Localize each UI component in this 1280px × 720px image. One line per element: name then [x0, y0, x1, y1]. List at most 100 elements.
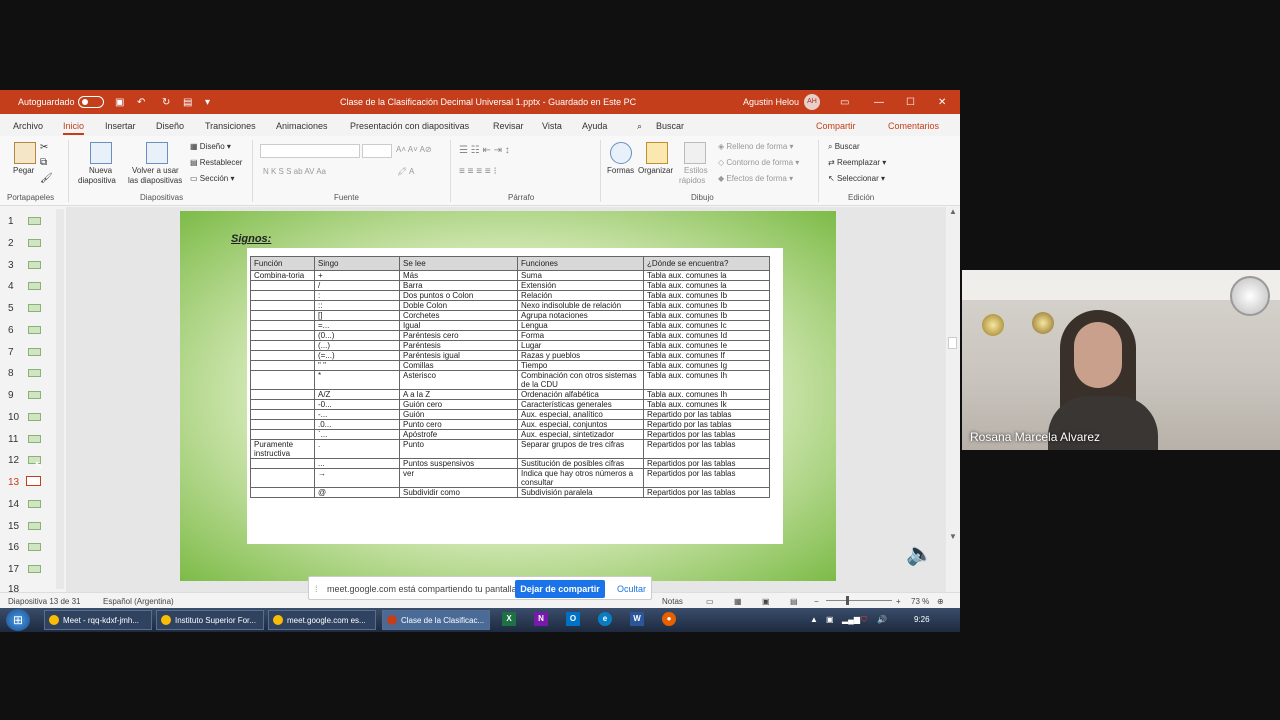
reuse-slides-icon[interactable] [146, 142, 168, 164]
slide-thumbnail[interactable]: 7 [8, 347, 41, 358]
copy-icon[interactable]: ⧉ [40, 157, 47, 168]
outlook-icon[interactable]: O [566, 612, 580, 626]
slide-thumbnail[interactable]: 16 [8, 542, 41, 553]
customize-icon[interactable]: ▾ [205, 97, 210, 108]
zoom-out-icon[interactable]: − [814, 597, 819, 606]
cut-icon[interactable]: ✂ [40, 142, 48, 153]
format-painter-icon[interactable]: 🖌 [40, 173, 53, 184]
start-button[interactable]: ⊞ [6, 609, 30, 631]
slide-thumbnail[interactable]: 11 [8, 434, 41, 445]
clock[interactable]: 9:26 [914, 615, 930, 624]
ribbon-display-icon[interactable]: ▭ [840, 97, 849, 108]
sorter-view-icon[interactable]: ▦ [734, 597, 742, 606]
slide-thumbnail[interactable]: 17 [8, 564, 41, 575]
styles-label-1[interactable]: Estilos [684, 166, 708, 175]
zoom-slider[interactable] [826, 600, 892, 601]
word-icon[interactable]: W [630, 612, 644, 626]
thumbnail-scrollbar[interactable] [56, 209, 64, 589]
slide-title[interactable]: Signos: [231, 233, 271, 245]
styles-label-2[interactable]: rápidos [679, 176, 705, 185]
font-size-box[interactable] [362, 144, 392, 158]
slide[interactable]: Signos: Función Singo Se lee Funciones ¿… [180, 211, 933, 581]
shape-outline-button[interactable]: ◇ Contorno de forma ▾ [718, 158, 799, 167]
paste-label[interactable]: Pegar [13, 166, 34, 175]
tab-revisar[interactable]: Revisar [493, 121, 524, 131]
shape-effects-button[interactable]: ◆ Efectos de forma ▾ [718, 174, 793, 183]
paste-icon[interactable] [14, 142, 36, 164]
select-button[interactable]: ↖ Seleccionar ▾ [828, 174, 885, 183]
shape-fill-button[interactable]: ◈ Relleno de forma ▾ [718, 142, 794, 151]
normal-view-icon[interactable]: ▭ [706, 597, 714, 606]
scroll-up-icon[interactable]: ▲ [949, 207, 957, 216]
search-label[interactable]: Buscar [656, 121, 684, 131]
slide-thumbnail[interactable]: 15 [8, 521, 41, 532]
vertical-scrollbar[interactable]: ▲ ▼ [946, 207, 960, 592]
redo-icon[interactable]: ↻ [162, 97, 170, 108]
slide-thumbnail[interactable]: 5 [8, 303, 41, 314]
scroll-down-icon[interactable]: ▼ [949, 532, 957, 541]
zoom-level[interactable]: 73 % [911, 597, 929, 606]
firefox-icon[interactable]: ● [662, 612, 676, 626]
reuse-label-2[interactable]: las diapositivas [128, 176, 182, 185]
slide-thumbnail[interactable]: 1 [8, 216, 41, 227]
notes-button[interactable]: Notas [662, 597, 683, 606]
zoom-in-icon[interactable]: + [896, 597, 901, 606]
tab-ayuda[interactable]: Ayuda [582, 121, 607, 131]
close-icon[interactable]: ✕ [938, 97, 946, 108]
arrange-label[interactable]: Organizar [638, 166, 673, 175]
hide-button[interactable]: Ocultar [617, 584, 646, 594]
tab-insertar[interactable]: Insertar [105, 121, 136, 131]
search-icon[interactable]: ⌕ [637, 121, 642, 132]
reset-button[interactable]: ▤ Restablecer [190, 158, 242, 167]
tab-transiciones[interactable]: Transiciones [205, 121, 256, 131]
new-slide-label-1[interactable]: Nueva [89, 166, 112, 175]
slide-thumbnail[interactable]: 10 [8, 412, 41, 423]
security-icon[interactable]: ⛉ [861, 615, 867, 625]
font-name-box[interactable] [260, 144, 360, 158]
slide-thumbnail[interactable]: 3 [8, 260, 41, 271]
taskbar-item[interactable]: meet.google.com es... [268, 610, 376, 630]
align-buttons[interactable]: ≡ ≡ ≡ ≡ ⁝ [459, 166, 497, 177]
taskbar-item[interactable]: Instituto Superior For... [156, 610, 264, 630]
tab-archivo[interactable]: Archivo [13, 121, 43, 131]
slideshow-icon[interactable]: ▤ [183, 97, 192, 108]
excel-icon[interactable]: X [502, 612, 516, 626]
participant-video[interactable]: Rosana Marcela Alvarez [962, 270, 1280, 450]
arrange-icon[interactable] [646, 142, 668, 164]
taskbar-item[interactable]: Meet - rqq-kdxf-jmh... [44, 610, 152, 630]
font-format-buttons[interactable]: N K S S ab AV Aa [263, 167, 326, 176]
edge-icon[interactable]: e [598, 612, 612, 626]
tab-diseno[interactable]: Diseño [156, 121, 184, 131]
avatar[interactable]: AH [804, 94, 820, 110]
font-color-buttons[interactable]: 🖍 A [397, 167, 414, 176]
language[interactable]: Español (Argentina) [103, 597, 174, 606]
slideshow-view-icon[interactable]: ▤ [790, 597, 798, 606]
shapes-label[interactable]: Formas [607, 166, 634, 175]
maximize-icon[interactable]: ☐ [906, 97, 915, 108]
share-button[interactable]: Compartir [816, 121, 856, 131]
replace-button[interactable]: ⇄ Reemplazar ▾ [828, 158, 886, 167]
stop-sharing-button[interactable]: Dejar de compartir [515, 580, 605, 598]
scroll-thumb[interactable] [948, 337, 957, 349]
tab-animaciones[interactable]: Animaciones [276, 121, 328, 131]
section-button[interactable]: ▭ Sección ▾ [190, 174, 235, 183]
minimize-icon[interactable]: — [874, 97, 884, 108]
reading-view-icon[interactable]: ▣ [762, 597, 770, 606]
layout-button[interactable]: ▦ Diseño ▾ [190, 142, 231, 151]
slide-thumbnail-selected[interactable]: 13 [8, 476, 41, 488]
taskbar-item-active[interactable]: Clase de la Clasificac... [382, 610, 490, 630]
new-slide-label-2[interactable]: diapositiva [78, 176, 116, 185]
font-size-buttons[interactable]: A˄ A˅ A⊘ [396, 145, 432, 154]
slide-thumbnail[interactable]: 6 [8, 325, 41, 336]
slide-thumbnail[interactable]: 9 [8, 390, 41, 401]
zoom-slider-thumb[interactable] [846, 596, 849, 605]
slide-thumbnail[interactable]: 12 [8, 455, 41, 466]
list-buttons[interactable]: ☰ ☷ ⇤ ⇥ ↕ [459, 145, 510, 156]
speaker-icon[interactable]: 🔈 [906, 541, 933, 567]
tray-app-icon[interactable]: ▣ [826, 615, 834, 624]
autosave-toggle[interactable] [78, 96, 104, 108]
save-icon[interactable]: ▣ [115, 97, 124, 108]
onenote-icon[interactable]: N [534, 612, 548, 626]
slide-thumbnail[interactable]: 4 [8, 281, 41, 292]
find-button[interactable]: ⌕ Buscar [828, 142, 860, 152]
